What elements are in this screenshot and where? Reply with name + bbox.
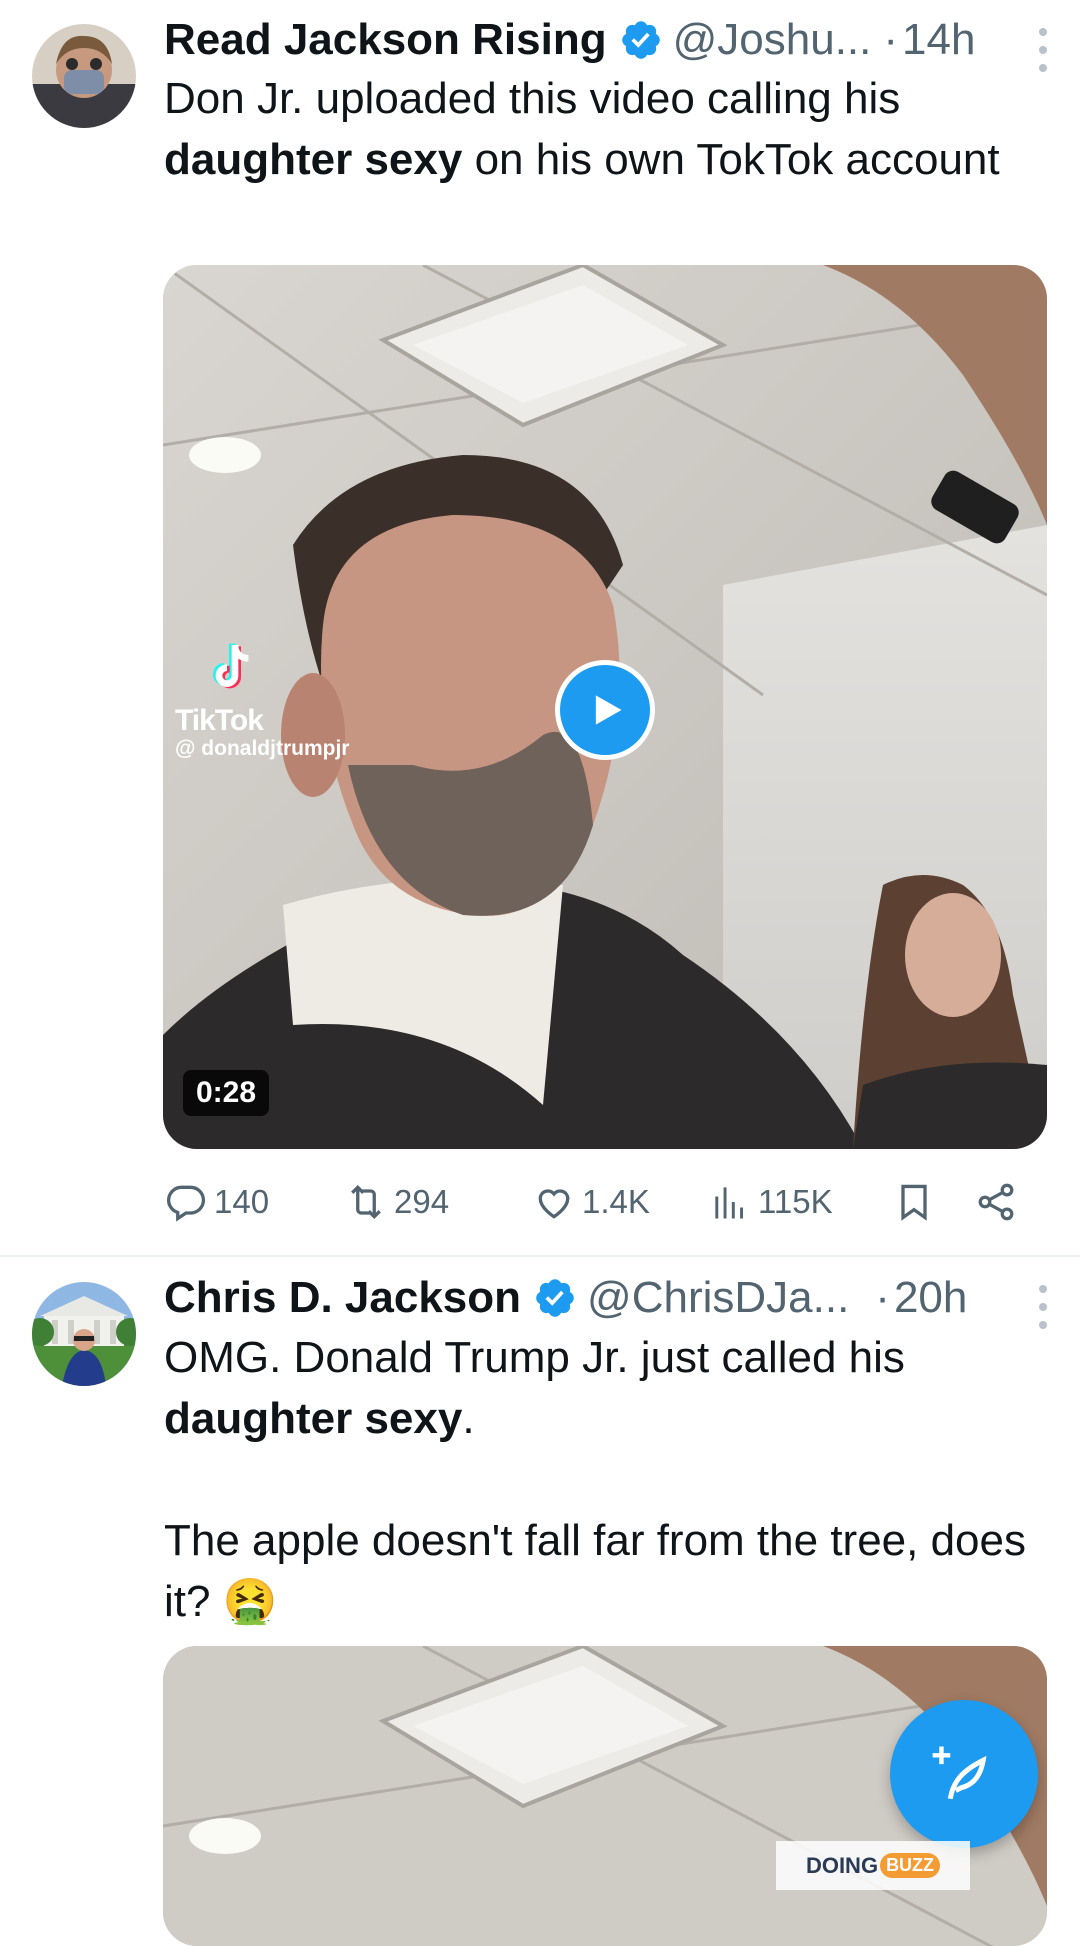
video-player[interactable]: TikTok @ donaldjtrumpjr 0:28 [163, 265, 1047, 1149]
tiktok-username: @ donaldjtrumpjr [175, 737, 350, 760]
doingbuzz-watermark: DOING BUZZ [776, 1841, 970, 1890]
compose-tweet-button[interactable] [890, 1700, 1038, 1848]
reply-button[interactable]: 140 [164, 1180, 269, 1224]
share-icon [978, 1183, 1014, 1221]
views-icon [715, 1187, 744, 1219]
play-icon [595, 695, 622, 725]
play-button[interactable] [555, 660, 655, 760]
timestamp[interactable]: 14h [902, 15, 975, 65]
compose-tweet-icon [932, 1746, 987, 1800]
nauseated-emoji: 🤮 [222, 1577, 278, 1626]
watermark-text-badge: BUZZ [880, 1853, 941, 1878]
tiktok-logo-icon [213, 643, 249, 689]
view-count: 115K [758, 1183, 833, 1220]
tweet[interactable]: Read Jackson Rising @Joshu... · 14h Don … [0, 0, 1080, 1255]
tweet-text-segment: OMG. Donald Trump Jr. just called his [164, 1333, 905, 1382]
tweet-text-segment: . [462, 1394, 475, 1443]
reply-count: 140 [214, 1183, 270, 1220]
reply-icon [166, 1185, 206, 1222]
video-duration: 0:28 [183, 1070, 270, 1116]
repost-button[interactable]: 294 [344, 1180, 449, 1224]
share-button[interactable] [974, 1180, 1018, 1224]
tweet-actions: 140 294 1.4K 115K [164, 1172, 1032, 1232]
repost-count: 294 [394, 1183, 450, 1220]
tiktok-watermark: TikTok @ donaldjtrumpjr [175, 637, 349, 762]
verified-badge-icon [621, 21, 660, 59]
avatar[interactable] [32, 24, 136, 128]
tiktok-brand: TikTok [175, 704, 264, 737]
author-name[interactable]: Chris D. Jackson [164, 1273, 521, 1323]
tweet-text: OMG. Donald Trump Jr. just called his da… [164, 1327, 1040, 1632]
like-count: 1.4K [582, 1183, 650, 1220]
views-button[interactable]: 115K [708, 1180, 833, 1224]
watermark-text: DOING [805, 1852, 879, 1878]
avatar[interactable] [32, 1282, 136, 1386]
tweet-text-bold: daughter sexy [164, 135, 463, 184]
author-name[interactable]: Read Jackson Rising [164, 15, 607, 65]
tweet-text-segment: Don Jr. uploaded this video calling his [164, 74, 901, 123]
bookmark-button[interactable] [892, 1180, 936, 1224]
tweet-text: Don Jr. uploaded this video calling his … [164, 68, 1040, 190]
tweet-text-segment: The apple doesn't fall far from the tree… [164, 1516, 1026, 1626]
more-options-icon[interactable] [1038, 28, 1048, 72]
author-handle[interactable]: @ChrisDJa... [587, 1273, 849, 1323]
like-button[interactable]: 1.4K [532, 1180, 650, 1224]
like-icon [538, 1189, 570, 1219]
bookmark-icon [901, 1184, 927, 1221]
separator-dot: · [883, 15, 899, 64]
verified-badge-icon [536, 1279, 574, 1317]
author-handle[interactable]: @Joshu... [673, 15, 872, 65]
separator-dot: · [875, 1273, 890, 1322]
more-options-icon[interactable] [1038, 1285, 1048, 1329]
tweet-text-bold: daughter sexy [164, 1394, 463, 1443]
tweet-header: Chris D. Jackson @ChrisDJa... · 20h [164, 1268, 1064, 1328]
tweet-header: Read Jackson Rising @Joshu... · 14h [164, 10, 1064, 70]
timestamp[interactable]: 20h [894, 1273, 967, 1323]
repost-icon [351, 1184, 381, 1220]
tweet-text-segment: on his own TokTok account [462, 135, 1000, 184]
